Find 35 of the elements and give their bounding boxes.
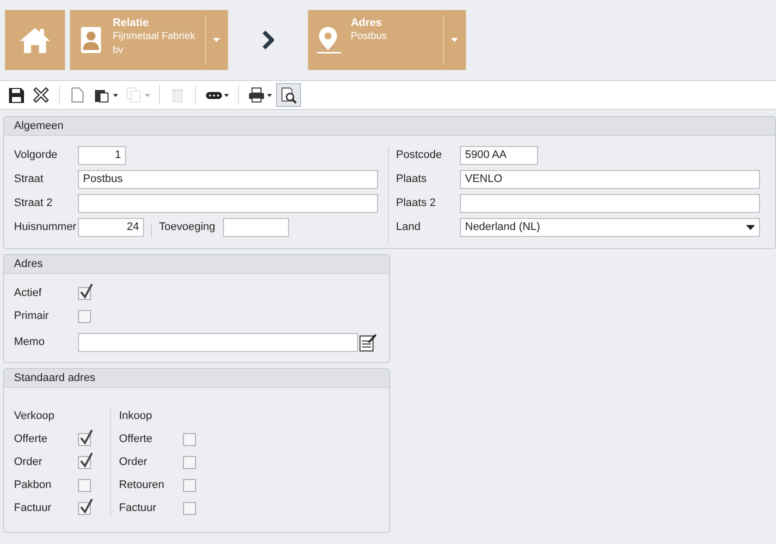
field-label: Plaats 2 <box>396 196 437 212</box>
field-label: Straat <box>14 172 44 188</box>
field-label: Factuur <box>14 501 52 516</box>
field-label: Actief <box>14 286 43 302</box>
tile-title: Adres <box>350 16 383 30</box>
text-field[interactable]: Postbus <box>78 170 378 189</box>
field-label: Order <box>14 455 44 470</box>
field-label: Primair <box>14 309 50 324</box>
group-heading: Inkoop <box>119 409 154 424</box>
field-label: Offerte <box>14 432 48 448</box>
panel-title: Algemeen <box>14 118 64 134</box>
field-label: Factuur <box>119 501 158 516</box>
field-label: Offerte <box>119 432 154 448</box>
field-label: Straat 2 <box>14 196 54 212</box>
field-label: Retouren <box>119 478 166 494</box>
field-label: Plaats <box>396 172 428 188</box>
text-field[interactable]: 24 <box>78 218 144 237</box>
field-label: Postcode <box>396 148 443 164</box>
field-label: Toevoeging <box>159 220 216 236</box>
panel-title: Adres <box>14 256 43 272</box>
text-field[interactable]: VENLO <box>460 170 760 189</box>
tile-title: Relatie <box>112 16 150 30</box>
field-label: Land <box>396 220 422 236</box>
field-label: Pakbon <box>14 478 52 494</box>
field-label: Huisnummer <box>14 220 78 236</box>
text-field[interactable]: 1 <box>78 146 126 165</box>
tile-subtitle: Postbus <box>350 30 388 44</box>
group-heading: Verkoop <box>14 409 56 424</box>
panel-title: Standaard adres <box>14 370 96 386</box>
field-label: Order <box>119 455 148 470</box>
field-label: Volgorde <box>14 148 58 164</box>
tile-subtitle: Fijnmetaal Fabriek bv <box>112 30 196 58</box>
text-field[interactable]: 5900 AA <box>460 146 538 165</box>
field-label: Memo <box>14 335 46 350</box>
text-field[interactable]: Nederland (NL) <box>460 218 760 237</box>
